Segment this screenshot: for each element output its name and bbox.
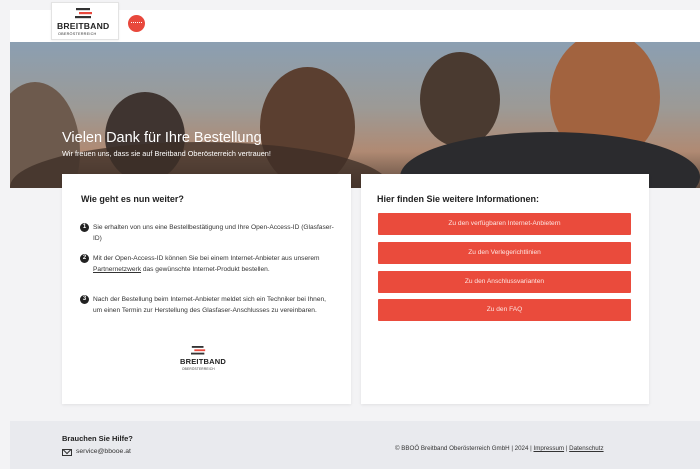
hero-subtitle: Wir freuen uns, dass sie auf Breitband O…: [62, 149, 271, 158]
internet-providers-button[interactable]: Zu den verfügbaren Internet-Anbietern: [378, 213, 631, 235]
datenschutz-link[interactable]: Datenschutz: [569, 445, 603, 452]
step-number-badge: 1: [80, 223, 89, 232]
partner-badge-icon[interactable]: [128, 15, 145, 32]
copyright-line: © BBOÖ Breitband Oberösterreich GmbH | 2…: [395, 445, 604, 452]
step-text-part: Mit der Open-Access-ID können Sie bei ei…: [93, 255, 320, 262]
next-steps-card: Wie geht es nun weiter? 1 Sie erhalten v…: [62, 174, 351, 404]
support-email-link[interactable]: service@bbooe.at: [76, 448, 131, 455]
page: BREITBAND OBERÖSTERREICH Vielen Dank für…: [0, 0, 700, 469]
installation-guidelines-button[interactable]: Zu den Verlegerichtlinien: [378, 242, 631, 264]
more-info-card: Hier finden Sie weitere Informationen: Z…: [361, 174, 649, 404]
step-number-badge: 3: [80, 295, 89, 304]
logo-text: BREITBAND: [180, 357, 226, 366]
hero-photo-shape: [420, 52, 500, 147]
logo-subtext: OBERÖSTERREICH: [182, 367, 215, 371]
next-steps-title: Wie geht es nun weiter?: [81, 194, 184, 204]
faq-button[interactable]: Zu den FAQ: [378, 299, 631, 321]
hero-title: Vielen Dank für Ihre Bestellung: [62, 130, 262, 146]
step-text: Mit der Open-Access-ID können Sie bei ei…: [93, 253, 335, 275]
step-text: Sie erhalten von uns eine Bestellbestäti…: [93, 224, 334, 242]
step-text-part: das gewünschte Internet-Produkt bestelle…: [141, 266, 270, 273]
copyright-text: © BBOÖ Breitband Oberösterreich GmbH | 2…: [395, 445, 532, 452]
step-number-badge: 2: [80, 254, 89, 263]
more-info-title: Hier finden Sie weitere Informationen:: [377, 194, 540, 204]
step-text: Nach der Bestellung beim Internet-Anbiet…: [93, 296, 326, 314]
logo-mark-icon: [75, 8, 92, 19]
mail-icon: [62, 449, 72, 456]
badge-dots: [131, 22, 142, 25]
link-separator: |: [565, 445, 568, 452]
partner-network-link[interactable]: Partnernetzwerk: [93, 266, 141, 273]
site-footer: Brauchen Sie Hilfe? service@bbooe.at © B…: [10, 421, 700, 469]
impressum-link[interactable]: Impressum: [533, 445, 564, 452]
breitband-footer-logo: BREITBAND OBERÖSTERREICH: [180, 346, 235, 376]
breitband-logo[interactable]: BREITBAND OBERÖSTERREICH: [51, 2, 119, 40]
help-title: Brauchen Sie Hilfe?: [62, 434, 133, 443]
logo-subtext: OBERÖSTERREICH: [58, 32, 97, 36]
logo-text: BREITBAND: [57, 21, 110, 31]
connection-variants-button[interactable]: Zu den Anschlussvarianten: [378, 271, 631, 293]
logo-mark-icon: [191, 346, 206, 355]
hero-banner: Vielen Dank für Ihre Bestellung Wir freu…: [10, 42, 700, 188]
